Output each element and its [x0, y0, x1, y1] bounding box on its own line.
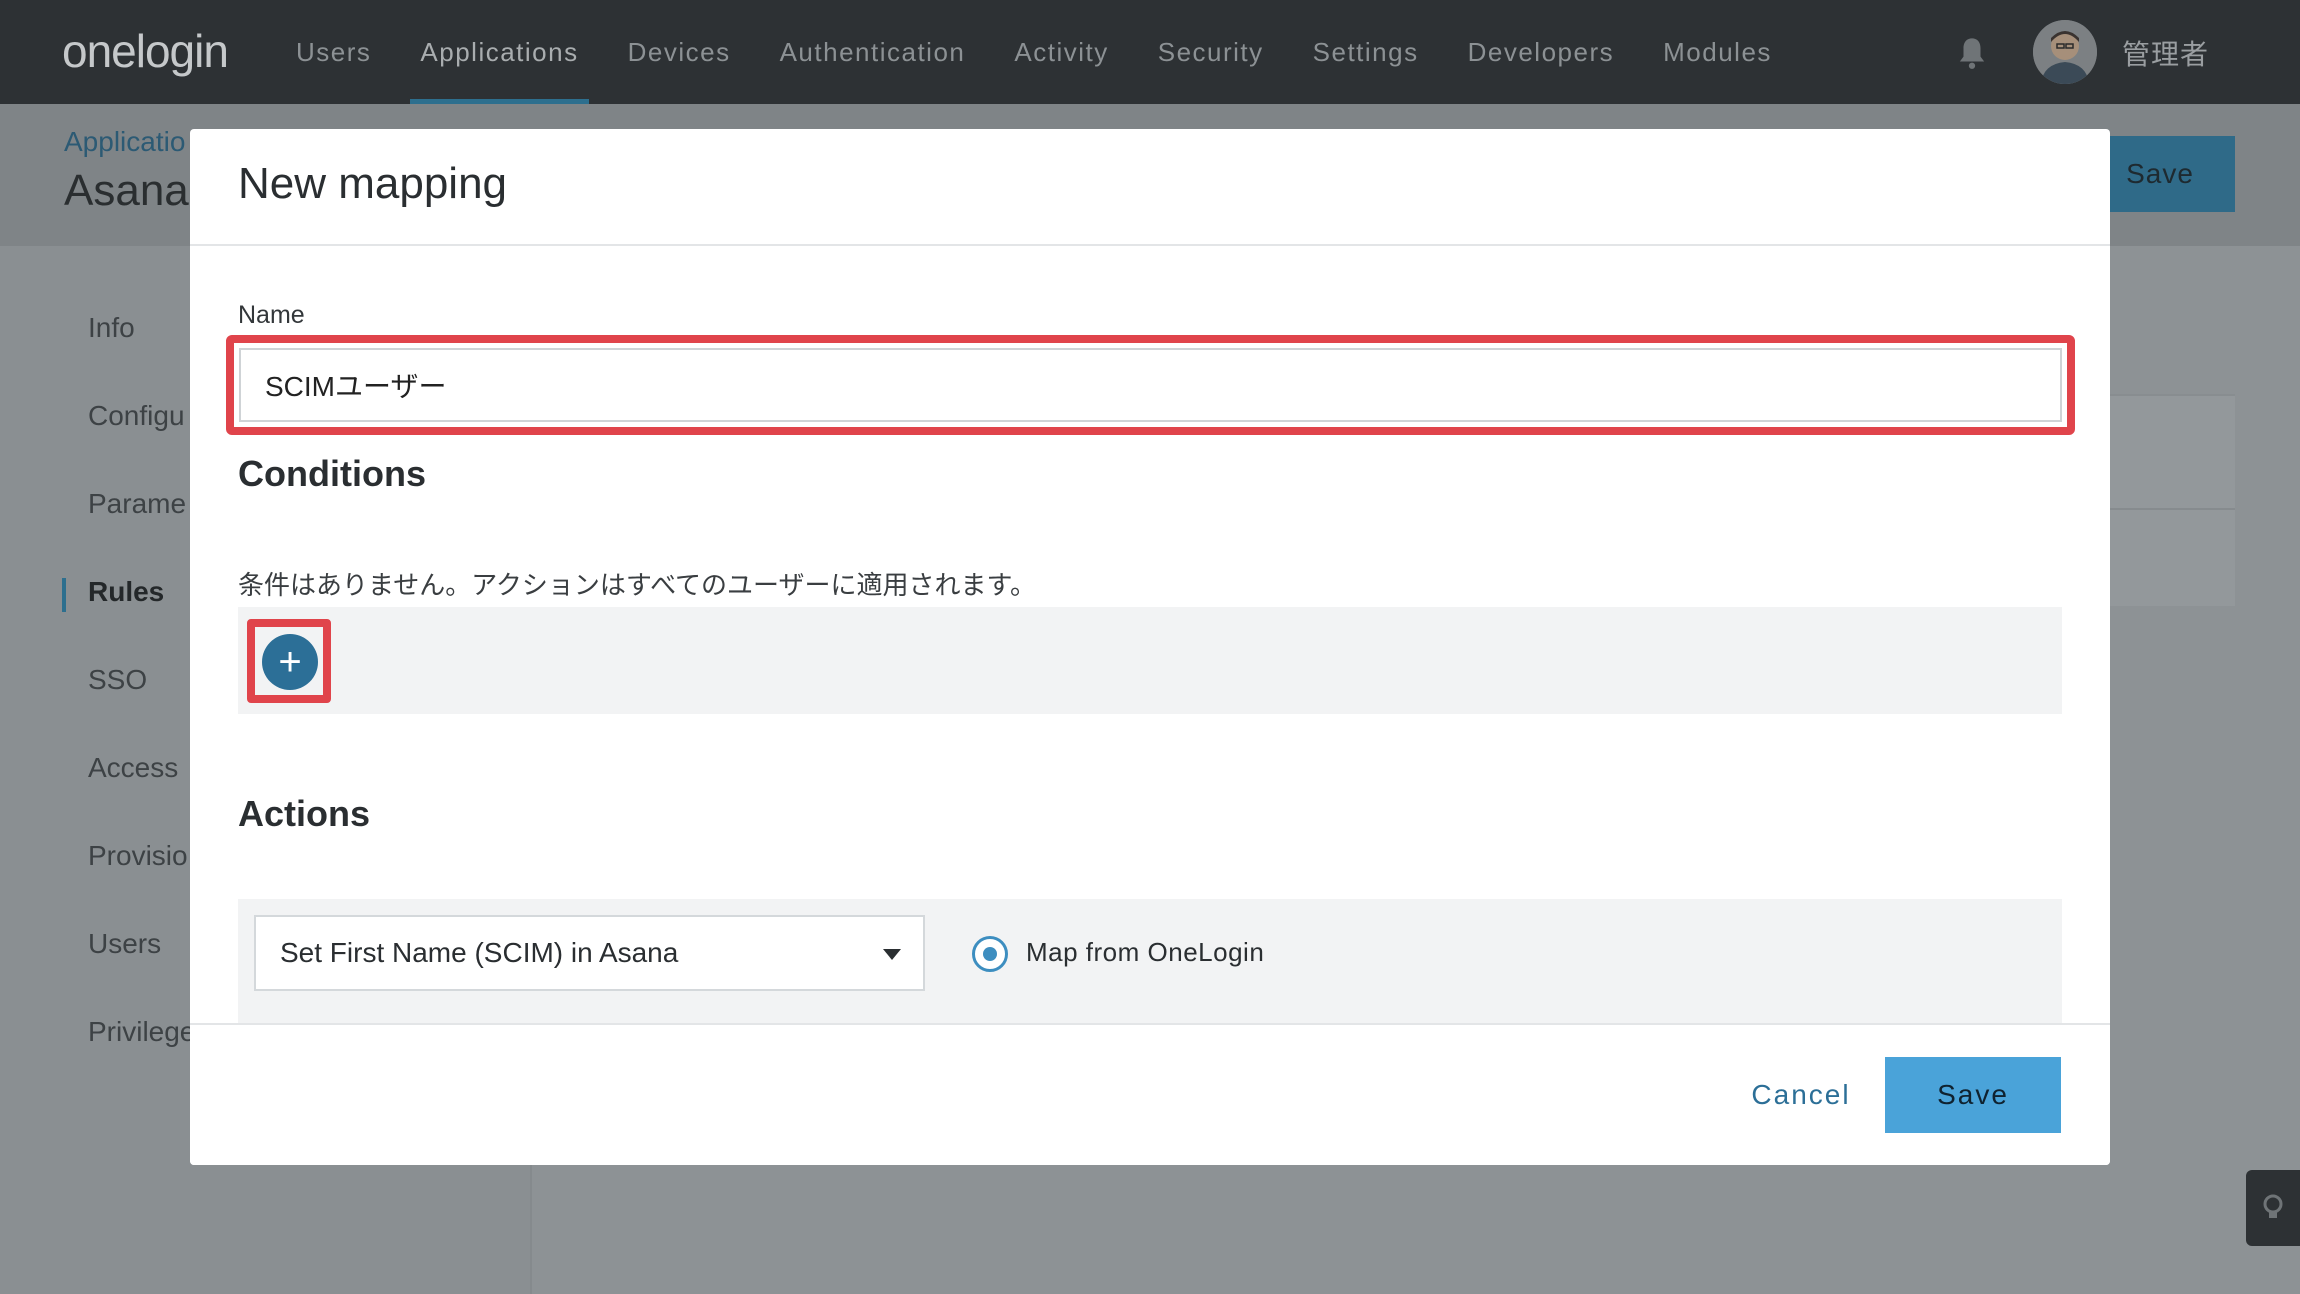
- cancel-button[interactable]: Cancel: [1716, 1057, 1886, 1133]
- conditions-heading: Conditions: [238, 453, 426, 494]
- nav-item-developers[interactable]: Developers: [1448, 0, 1635, 104]
- help-tab[interactable]: [2246, 1170, 2300, 1246]
- bell-icon[interactable]: [1957, 36, 1987, 70]
- top-navigation: onelogin Users Applications Devices Auth…: [0, 0, 2300, 104]
- sidebar-item-privileges[interactable]: Privilege: [88, 1016, 195, 1048]
- user-name[interactable]: 管理者: [2122, 33, 2209, 73]
- nav-item-activity[interactable]: Activity: [994, 0, 1128, 104]
- page-title: Asana: [64, 166, 189, 215]
- add-condition-button[interactable]: +: [262, 634, 318, 690]
- sidebar-active-marker: [62, 578, 66, 612]
- dialog-title: New mapping: [238, 159, 508, 208]
- new-mapping-dialog: New mapping Name SCIMユーザー Conditions 条件は…: [190, 129, 2110, 1165]
- conditions-panel: [238, 607, 2062, 714]
- save-button[interactable]: Save: [1885, 1057, 2061, 1133]
- sidebar-item-configuration[interactable]: Configu: [88, 400, 185, 432]
- sidebar-item-sso[interactable]: SSO: [88, 664, 147, 696]
- lightbulb-icon: [2263, 1194, 2283, 1218]
- nav-item-modules[interactable]: Modules: [1643, 0, 1792, 104]
- conditions-empty-text: 条件はありません。アクションはすべてのユーザーに適用されます。: [238, 570, 1036, 600]
- avatar[interactable]: [2033, 20, 2097, 84]
- map-from-onelogin-label[interactable]: Map from OneLogin: [1026, 937, 1264, 968]
- onelogin-logo[interactable]: onelogin: [62, 24, 229, 78]
- dialog-header: New mapping: [190, 129, 2110, 246]
- user-avatar-icon: [2033, 20, 2097, 84]
- map-from-onelogin-radio[interactable]: [972, 936, 1008, 972]
- sidebar-item-provisioning[interactable]: Provisio: [88, 840, 188, 872]
- nav-item-authentication[interactable]: Authentication: [760, 0, 986, 104]
- nav-item-users[interactable]: Users: [276, 0, 391, 104]
- nav-menu: Users Applications Devices Authenticatio…: [276, 0, 1801, 104]
- nav-item-applications[interactable]: Applications: [400, 0, 598, 104]
- nav-item-security[interactable]: Security: [1138, 0, 1284, 104]
- sidebar-item-access[interactable]: Access: [88, 752, 178, 784]
- radio-selected-dot: [983, 947, 997, 961]
- name-input[interactable]: SCIMユーザー: [239, 348, 2062, 422]
- sidebar-item-rules[interactable]: Rules: [88, 576, 164, 608]
- chevron-down-icon: [883, 949, 901, 960]
- sidebar-item-parameters[interactable]: Parame: [88, 488, 186, 520]
- breadcrumb[interactable]: Applicatio: [64, 126, 185, 158]
- nav-item-settings[interactable]: Settings: [1293, 0, 1439, 104]
- action-select[interactable]: Set First Name (SCIM) in Asana: [254, 915, 925, 991]
- name-label: Name: [238, 301, 305, 329]
- nav-item-devices[interactable]: Devices: [608, 0, 751, 104]
- sidebar-item-users[interactable]: Users: [88, 928, 161, 960]
- sidebar-item-info[interactable]: Info: [88, 312, 135, 344]
- actions-heading: Actions: [238, 793, 371, 834]
